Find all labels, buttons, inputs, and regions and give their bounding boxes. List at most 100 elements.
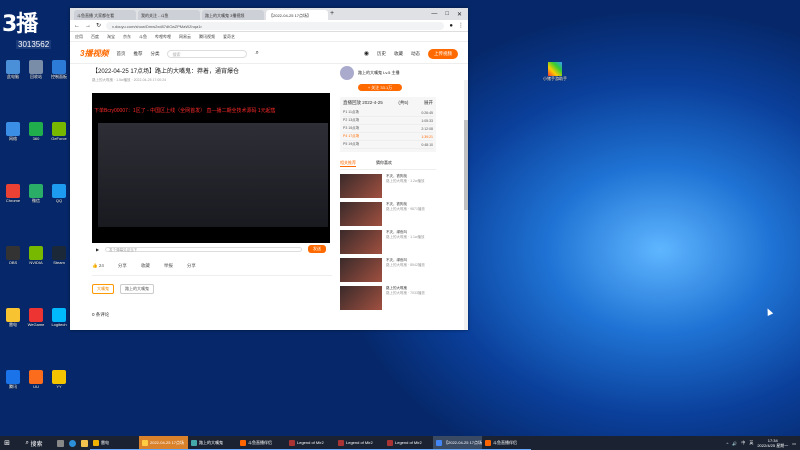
desktop-icon[interactable]: 雷电 [2, 308, 24, 327]
desktop-icon[interactable]: Chrome [2, 184, 24, 203]
user-avatar[interactable]: ◉ [364, 50, 369, 57]
desktop-icon[interactable]: UU [25, 370, 47, 389]
taskbar-app[interactable]: 【2022-04-25 17点场】 [433, 436, 482, 450]
nav-recommend[interactable]: 推荐 [133, 51, 142, 57]
playlist-item[interactable]: P4 17点场 1:39:21 [343, 133, 433, 141]
desktop-icon[interactable]: WeGame [25, 308, 47, 327]
share-button[interactable]: 分享 [118, 263, 127, 269]
browser-tab[interactable]: 路上的大嘴鬼 3播视频 [202, 10, 264, 20]
tab-related[interactable]: 相关推荐 [340, 160, 356, 167]
desktop-icon[interactable]: 360 [25, 122, 47, 141]
tray-expand-icon[interactable]: ^ [726, 441, 728, 446]
desktop-icon[interactable]: YY [48, 370, 70, 389]
browser-tab-active[interactable]: 【2022-04-25 17点场】 [266, 10, 328, 20]
video-thumbnail[interactable] [340, 202, 382, 226]
avatar[interactable] [340, 66, 354, 80]
desktop-icon[interactable]: 控制面板 [48, 60, 70, 79]
playlist-item[interactable]: P3 15点场 2:12:08 [343, 125, 433, 133]
back-icon[interactable]: ← [74, 23, 80, 29]
bookmark-item[interactable]: 京东 [123, 34, 131, 40]
bookmark-item[interactable]: 哔哩哔哩 [155, 34, 171, 40]
scrollbar-thumb[interactable] [464, 120, 468, 210]
follow-button[interactable]: + 关注 33.1万 [358, 84, 402, 91]
recommend-item[interactable]: 不灭，铁狗找 路上的大嘴鬼 · 9871播放 [340, 202, 436, 226]
tag[interactable]: 大嘴鬼 [92, 284, 114, 294]
site-logo[interactable]: 3播视频 [80, 48, 108, 59]
like-button[interactable]: 👍 24 [92, 263, 104, 269]
desktop-icon[interactable]: 网络 [2, 122, 24, 141]
notification-icon[interactable]: ▭ [792, 441, 796, 446]
desktop-icon[interactable]: 微信 [25, 184, 47, 203]
maximize-button[interactable]: □ [445, 11, 449, 18]
upload-button[interactable]: 上传视频 [428, 48, 458, 59]
share-button-2[interactable]: 分享 [187, 263, 196, 269]
forward-icon[interactable]: → [85, 23, 91, 29]
reload-icon[interactable]: ↻ [96, 22, 101, 29]
header-link-feed[interactable]: 动态 [411, 51, 420, 57]
playlist-item[interactable]: P5 19点场 0:48:10 [343, 141, 433, 149]
desktop-icon[interactable]: 腾讯 [2, 370, 24, 389]
video-player[interactable]: 下单Bcry00007：1区了 - 中国区上线（全网首发） 直—播二期全技术源码… [92, 93, 330, 255]
bookmark-item[interactable]: 爱奇艺 [223, 34, 235, 40]
close-button[interactable]: ✕ [457, 11, 462, 18]
taskbar-app[interactable]: Legend of Mir2 [384, 436, 433, 450]
desktop-icon[interactable]: QQ [48, 184, 70, 203]
taskbar-app[interactable]: 斗鱼直播伴侣 [237, 436, 286, 450]
bookmark-item[interactable]: 网易云 [179, 34, 191, 40]
tab-guess[interactable]: 猜你喜欢 [376, 160, 392, 167]
bookmark-item[interactable]: 百度 [91, 34, 99, 40]
bookmark-item[interactable]: 斗鱼 [139, 34, 147, 40]
ime-indicator[interactable]: 中 [741, 440, 745, 446]
tag[interactable]: 路上的大嘴鬼 [120, 284, 154, 294]
nav-category[interactable]: 分类 [150, 51, 159, 57]
recommend-item[interactable]: 路上的大嘴鬼 路上的大嘴鬼 · 7033播放 [340, 286, 436, 310]
danmaku-input[interactable]: 发个弹幕见证当下 [105, 246, 302, 252]
playlist-item[interactable]: P2 13点场 1:05:33 [343, 117, 433, 125]
taskbar-app[interactable]: Legend of Mir2 [335, 436, 384, 450]
desktop-icon[interactable]: NVIDIA [25, 246, 47, 265]
profile-icon[interactable]: ● [449, 23, 453, 29]
desktop-icon[interactable]: Logitech [48, 308, 70, 327]
report-button[interactable]: 举报 [164, 263, 173, 269]
bookmark-item[interactable]: 淘宝 [107, 34, 115, 40]
recommend-item[interactable]: 不灭，铁狗找 路上的大嘴鬼 · 1.2w播放 [340, 174, 436, 198]
language-indicator[interactable]: 英 [749, 440, 753, 446]
recommend-item[interactable]: 不灭，绿色叫 路上的大嘴鬼 · 1.1w播放 [340, 230, 436, 254]
taskbar-app[interactable]: 路上的大嘴鬼 [188, 436, 237, 450]
bookmark-item[interactable]: 腾讯视频 [199, 34, 215, 40]
play-icon[interactable]: ▶ [96, 247, 99, 252]
playlist-expand[interactable]: 展开 [424, 100, 433, 106]
taskbar-app[interactable]: 斗鱼直播伴侣 [482, 436, 531, 450]
scrollbar[interactable] [464, 80, 468, 330]
taskbar-app[interactable]: Legend of Mir2 [286, 436, 335, 450]
menu-icon[interactable]: ⋮ [458, 22, 464, 29]
video-thumbnail[interactable] [340, 174, 382, 198]
browser-tab[interactable]: 斗鱼直播 大家都在看 [74, 10, 136, 20]
desktop-icon[interactable]: 此电脑 [2, 60, 24, 79]
taskbar-search[interactable]: ⌕ 搜索 [14, 436, 54, 450]
task-view-icon[interactable] [54, 436, 66, 450]
nav-home[interactable]: 首页 [116, 51, 125, 57]
desktop-icon[interactable]: OBS [2, 246, 24, 265]
taskbar-app[interactable]: 雷电 [90, 436, 139, 450]
video-thumbnail[interactable] [340, 286, 382, 310]
header-link-history[interactable]: 历史 [377, 51, 386, 57]
folder-icon[interactable] [78, 436, 90, 450]
video-thumbnail[interactable] [340, 230, 382, 254]
minimize-button[interactable]: — [431, 11, 437, 18]
desktop-icon[interactable]: GeForce [48, 122, 70, 141]
desktop-icon-right-app[interactable]: 小猪手游助手 [540, 62, 570, 82]
send-danmaku-button[interactable]: 发送 [308, 245, 326, 253]
browser-tab[interactable]: 我的关注 - 斗鱼 [138, 10, 200, 20]
search-input[interactable]: 搜索 [167, 49, 248, 58]
url-input[interactable]: v.douyu.com/show/Dmw2xd87dtOaZPMaWZnqa1r [106, 21, 445, 30]
volume-icon[interactable]: 🔊 [732, 441, 737, 446]
recommend-item[interactable]: 不灭，绿色叫 路上的大嘴鬼 · 8542播放 [340, 258, 436, 282]
clock[interactable]: 17:34 2022/4/25 星期一 [757, 438, 788, 448]
desktop-icon[interactable]: Steam [48, 246, 70, 265]
desktop-icon[interactable]: 回收站 [25, 60, 47, 79]
uploader-name[interactable]: 路上的大嘴鬼 Lv.5 主播 [358, 70, 400, 76]
favorite-button[interactable]: 收藏 [141, 263, 150, 269]
edge-icon[interactable] [66, 436, 78, 450]
taskbar-app[interactable]: 2022-04-25 17点场 [139, 436, 188, 450]
